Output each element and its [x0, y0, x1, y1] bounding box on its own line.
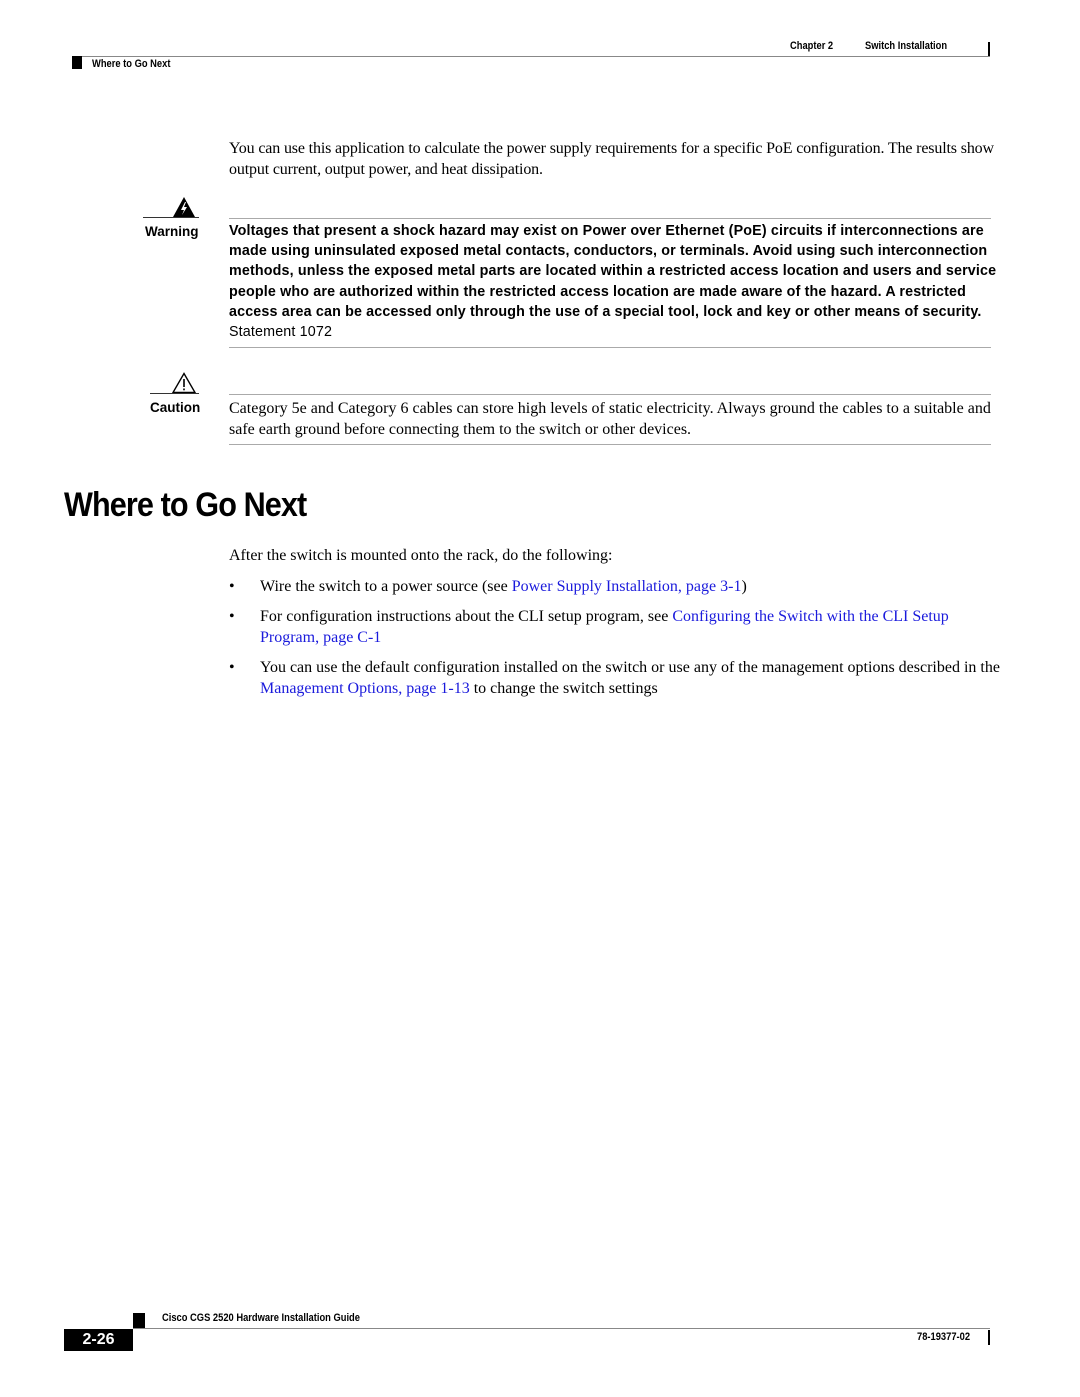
caution-icon — [172, 372, 196, 394]
list-item-text: Wire the switch to a power source (see P… — [260, 576, 1000, 597]
warning-rule-top — [229, 218, 991, 219]
warning-rule-bottom — [229, 347, 991, 348]
warning-icon-rule — [143, 217, 199, 218]
list-item-text-before: For configuration instructions about the… — [260, 608, 673, 625]
caution-body: Category 5e and Category 6 cables can st… — [229, 400, 991, 438]
header-rule — [72, 56, 990, 57]
warning-statement: Statement 1072 — [229, 324, 333, 341]
intro-paragraph: You can use this application to calculat… — [229, 140, 994, 178]
header-bar — [988, 42, 990, 57]
warning-bold-text: Voltages that present a shock hazard may… — [229, 223, 997, 320]
bullet-dot: • — [229, 608, 235, 625]
page-number: 2-26 — [64, 1329, 133, 1351]
bullet-dot: • — [229, 659, 235, 676]
list-item-text: For configuration instructions about the… — [260, 606, 1000, 648]
header-section: Where to Go Next — [92, 58, 171, 70]
list-item-text-before: Wire the switch to a power source (see — [260, 578, 512, 595]
bullet-dot: • — [229, 578, 235, 595]
section-lead: After the switch is mounted onto the rac… — [229, 547, 613, 564]
section-heading: Where to Go Next — [64, 486, 307, 524]
warning-body: Voltages that present a shock hazard may… — [229, 221, 999, 342]
header-square-marker — [72, 56, 82, 69]
document-number: 78-19377-02 — [917, 1331, 971, 1343]
warning-label: Warning — [145, 224, 199, 239]
footer-guide-title: Cisco CGS 2520 Hardware Installation Gui… — [162, 1312, 360, 1324]
list-item-text-before: You can use the default configuration in… — [260, 659, 1000, 676]
header-chapter-title: Switch Installation — [865, 40, 948, 52]
caution-rule-top — [229, 394, 991, 395]
list-item-text: You can use the default configuration in… — [260, 657, 1000, 699]
list-item-text-after: ) — [741, 578, 747, 595]
management-options-link[interactable]: Management Options, page 1-13 — [260, 680, 470, 697]
caution-icon-rule — [150, 393, 199, 394]
caution-label: Caution — [150, 400, 201, 415]
header-chapter: Chapter 2 — [790, 40, 834, 52]
footer-bar — [988, 1330, 990, 1345]
footer-square-marker — [133, 1313, 145, 1328]
footer-rule — [133, 1328, 990, 1329]
power-supply-installation-link[interactable]: Power Supply Installation, page 3-1 — [512, 578, 742, 595]
caution-rule-bottom — [229, 444, 991, 445]
list-item-text-after: to change the switch settings — [469, 680, 658, 697]
warning-shock-icon — [173, 197, 195, 217]
